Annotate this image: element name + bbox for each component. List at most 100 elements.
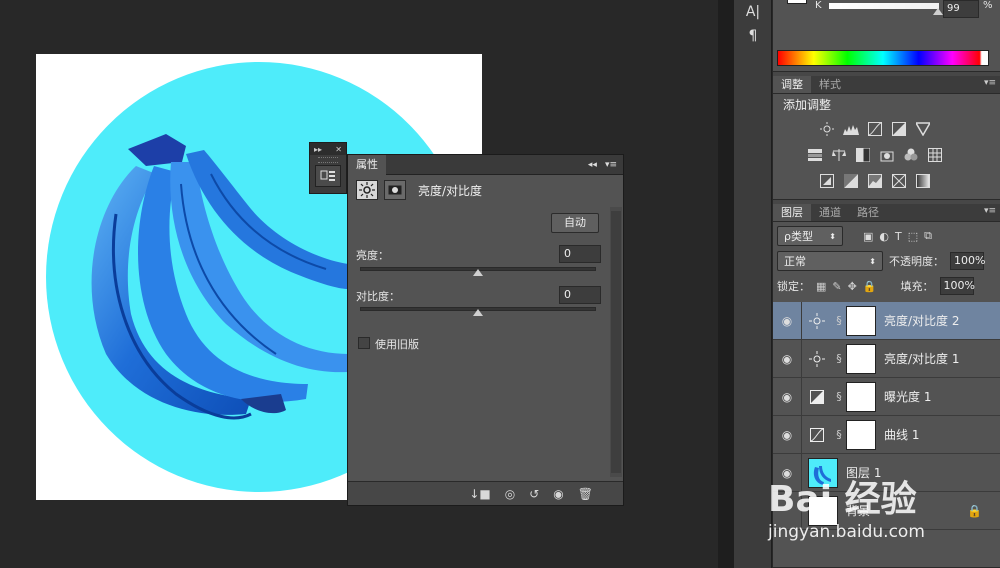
contrast-slider-thumb[interactable] bbox=[473, 309, 483, 316]
contrast-input[interactable]: 0 bbox=[559, 286, 601, 304]
tab-properties[interactable]: 属性 bbox=[348, 154, 386, 175]
exposure-icon bbox=[802, 389, 832, 404]
color-lookup-icon[interactable] bbox=[927, 148, 943, 162]
link-icon[interactable]: § bbox=[832, 428, 846, 441]
properties-scrollbar[interactable] bbox=[610, 207, 622, 477]
clip-to-layer-icon[interactable]: ↓■ bbox=[469, 487, 490, 501]
threshold-icon[interactable] bbox=[867, 174, 883, 188]
lock-position-icon[interactable]: ✥ bbox=[848, 280, 857, 293]
link-icon[interactable]: § bbox=[832, 390, 846, 403]
k-unit: % bbox=[983, 0, 993, 11]
layer-name: 曲线 1 bbox=[884, 428, 920, 442]
link-icon[interactable]: § bbox=[832, 314, 846, 327]
k-slider-thumb[interactable] bbox=[933, 8, 943, 15]
type-filter-icon[interactable]: T bbox=[895, 230, 902, 243]
properties-toggle-button[interactable] bbox=[315, 165, 341, 187]
k-slider-track[interactable] bbox=[829, 3, 939, 9]
shape-filter-icon[interactable]: ⬚ bbox=[908, 230, 918, 243]
k-value-input[interactable]: 99 bbox=[943, 0, 979, 18]
auto-button[interactable]: 自动 bbox=[551, 213, 599, 233]
reset-icon[interactable]: ↺ bbox=[529, 487, 539, 501]
fill-label: 填充： bbox=[900, 280, 934, 293]
blend-opacity-row: 正常 ⬍ 不透明度： 100% bbox=[773, 250, 1000, 272]
opacity-label: 不透明度： bbox=[889, 255, 944, 268]
hue-sat-icon[interactable] bbox=[807, 148, 823, 162]
brightness-input[interactable]: 0 bbox=[559, 245, 601, 263]
tab-channels[interactable]: 通道 bbox=[811, 204, 849, 221]
view-previous-icon[interactable]: ◎ bbox=[505, 487, 515, 501]
legacy-checkbox[interactable] bbox=[358, 337, 370, 349]
selective-color-icon[interactable] bbox=[891, 174, 907, 188]
color-panel: K 99 % bbox=[773, 0, 1000, 72]
layer-name: 亮度/对比度 1 bbox=[884, 352, 960, 366]
adjustment-title: 亮度/对比度 bbox=[418, 183, 483, 198]
layer-row-brightness-1[interactable]: ◉ § 亮度/对比度 1 bbox=[773, 339, 1000, 378]
layer-mask-thumbnail[interactable] bbox=[846, 419, 876, 450]
layer-row-brightness-2[interactable]: ◉ § 亮度/对比度 2 bbox=[773, 301, 1000, 340]
tab-adjustments[interactable]: 调整 bbox=[773, 76, 811, 93]
panel-menu-icon[interactable]: ▾≡ bbox=[605, 160, 617, 170]
invert-icon[interactable] bbox=[819, 174, 835, 188]
smart-object-filter-icon[interactable]: ⧉ bbox=[924, 229, 932, 243]
panel-menu-icon[interactable]: ▾≡ bbox=[984, 206, 996, 216]
collapse-icon[interactable]: ◂◂ bbox=[588, 160, 597, 170]
paragraph-icon[interactable]: ¶ bbox=[734, 24, 772, 48]
brightness-icon bbox=[802, 350, 832, 367]
photo-filter-icon[interactable] bbox=[879, 148, 895, 162]
close-icon[interactable]: ✕ bbox=[335, 145, 342, 154]
posterize-icon[interactable] bbox=[843, 174, 859, 188]
levels-icon[interactable] bbox=[843, 122, 859, 136]
brightness-slider-thumb[interactable] bbox=[473, 269, 483, 276]
lock-pixels-icon[interactable]: ✎ bbox=[832, 280, 841, 293]
character-icon[interactable]: A| bbox=[734, 0, 772, 24]
visibility-eye-icon[interactable]: ◉ bbox=[773, 428, 801, 442]
drag-grip[interactable] bbox=[318, 157, 338, 163]
gradient-map-icon[interactable] bbox=[915, 174, 931, 188]
opacity-input[interactable]: 100% bbox=[950, 252, 985, 270]
image-filter-icon[interactable]: ▣ bbox=[863, 230, 873, 243]
brightness-label: 亮度： bbox=[356, 249, 389, 262]
color-swatch[interactable] bbox=[787, 0, 807, 4]
delete-icon[interactable]: 🗑 bbox=[578, 487, 593, 501]
curves-icon[interactable] bbox=[867, 122, 883, 136]
layer-filter-row: ρ类型 ⬍ ▣ ◐ T ⬚ ⧉ bbox=[773, 224, 1000, 248]
layer-row-curves-1[interactable]: ◉ § 曲线 1 bbox=[773, 415, 1000, 454]
contrast-label: 对比度： bbox=[356, 290, 400, 303]
fill-input[interactable]: 100% bbox=[939, 277, 975, 295]
visibility-eye-icon[interactable]: ◉ bbox=[773, 352, 801, 366]
black-white-icon[interactable] bbox=[855, 148, 871, 162]
color-balance-icon[interactable] bbox=[831, 148, 847, 162]
lock-transparency-icon[interactable]: ▦ bbox=[816, 280, 826, 293]
adjustment-row-2 bbox=[807, 148, 943, 162]
adjustment-type-button[interactable] bbox=[356, 180, 378, 200]
tab-paths[interactable]: 路径 bbox=[849, 204, 887, 221]
properties-footer: ↓■ ◎ ↺ ◉ 🗑 bbox=[348, 481, 623, 505]
visibility-eye-icon[interactable]: ◉ bbox=[773, 314, 801, 328]
mask-toggle-button[interactable] bbox=[384, 180, 406, 200]
channel-mixer-icon[interactable] bbox=[903, 148, 919, 162]
lock-all-icon[interactable]: 🔒 bbox=[863, 280, 877, 293]
layer-filter-select[interactable]: ρ类型 ⬍ bbox=[777, 226, 843, 246]
color-spectrum[interactable] bbox=[777, 50, 989, 66]
link-icon[interactable]: § bbox=[832, 352, 846, 365]
exposure-icon[interactable] bbox=[891, 122, 907, 136]
layer-mask-thumbnail[interactable] bbox=[846, 305, 876, 336]
curves-icon bbox=[802, 427, 832, 442]
expand-icon[interactable]: ▸▸ bbox=[314, 145, 322, 154]
visibility-eye-icon[interactable]: ◉ bbox=[773, 390, 801, 404]
properties-header: 亮度/对比度 bbox=[348, 175, 623, 205]
layer-mask-thumbnail[interactable] bbox=[846, 343, 876, 374]
layer-mask-thumbnail[interactable] bbox=[846, 381, 876, 412]
layer-row-exposure-1[interactable]: ◉ § 曝光度 1 bbox=[773, 377, 1000, 416]
vibrance-icon[interactable] bbox=[915, 122, 931, 136]
adjustment-filter-icon[interactable]: ◐ bbox=[879, 230, 889, 243]
layer-name: 曝光度 1 bbox=[884, 390, 932, 404]
adjustment-row-3 bbox=[819, 174, 931, 188]
tab-styles[interactable]: 样式 bbox=[811, 76, 849, 93]
panel-menu-icon[interactable]: ▾≡ bbox=[984, 78, 996, 88]
legacy-label: 使用旧版 bbox=[375, 338, 419, 351]
brightness-icon[interactable] bbox=[819, 122, 835, 136]
visibility-icon[interactable]: ◉ bbox=[553, 487, 563, 501]
blend-mode-select[interactable]: 正常 ⬍ bbox=[777, 251, 883, 271]
tab-layers[interactable]: 图层 bbox=[773, 204, 811, 221]
